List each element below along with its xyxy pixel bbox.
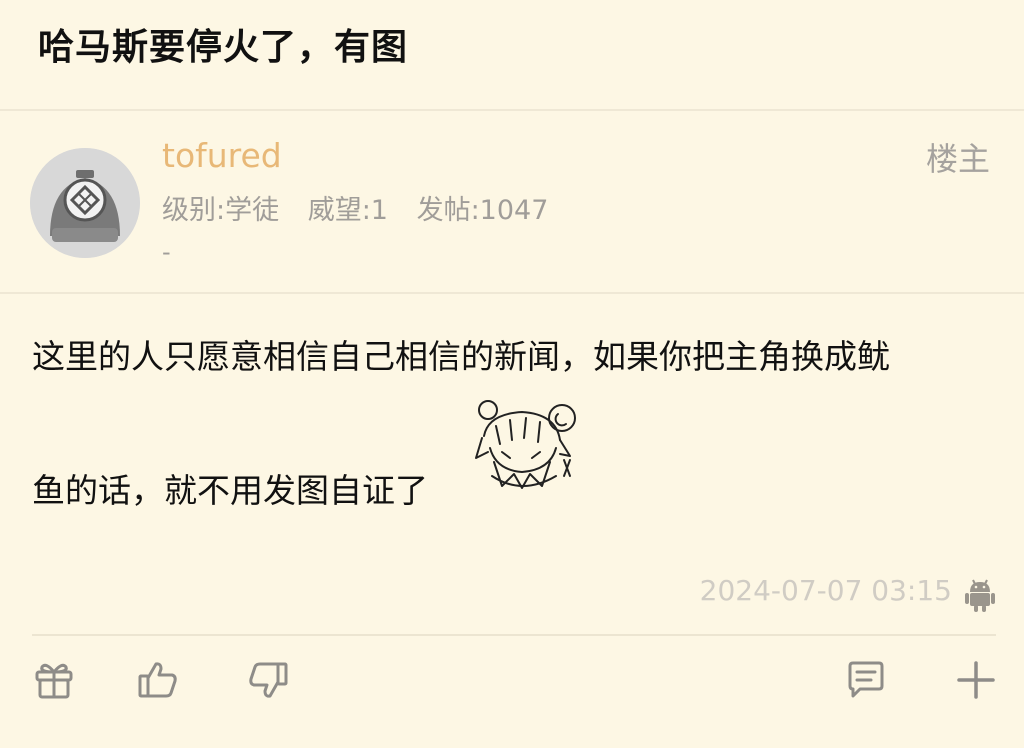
title-divider [0, 109, 1024, 111]
reply-timestamp: 2024-07-07 03:15 [699, 574, 952, 607]
reply-text-line-2: 鱼的话，就不用发图自证了 [32, 471, 428, 510]
avatar[interactable] [30, 148, 140, 258]
thumbs-up-icon [138, 662, 177, 698]
author-level: 级别:学徒 [162, 195, 280, 226]
author-signature: - [162, 238, 171, 266]
thread-owner-badge: 楼主 [925, 140, 990, 178]
author-stats: 级别:学徒 威望:1 发帖:1047 [162, 188, 568, 227]
comment-icon [848, 661, 884, 698]
post-page: 哈马斯要停火了，有图 tofured 级别:学徒 威望:1 发帖:1047 - … [0, 0, 1024, 748]
gift-button[interactable] [32, 658, 76, 702]
header-divider [0, 292, 1024, 294]
gift-icon [35, 663, 73, 699]
like-button[interactable] [136, 658, 180, 702]
thumbs-down-icon [249, 662, 288, 698]
diving-helmet-icon [30, 148, 140, 258]
comment-button[interactable] [844, 658, 888, 702]
post-title: 哈马斯要停火了，有图 [38, 27, 409, 68]
footer-divider [32, 634, 996, 636]
author-post-count: 发帖:1047 [416, 195, 549, 226]
author-prestige: 威望:1 [307, 195, 388, 226]
anime-girl-sticker [475, 400, 576, 489]
reply-text-line-1: 这里的人只愿意相信自己相信的新闻，如果你把主角换成鱿 [32, 337, 890, 376]
plus-icon [957, 661, 995, 699]
author-username[interactable]: tofured [162, 136, 282, 175]
dislike-button[interactable] [246, 658, 290, 702]
add-button[interactable] [954, 658, 998, 702]
android-icon [965, 579, 995, 612]
